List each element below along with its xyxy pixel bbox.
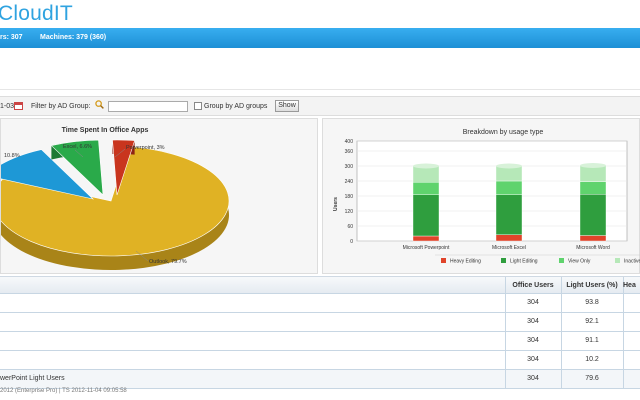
row-office-users: 304: [527, 337, 539, 344]
bar-segment: [495, 194, 523, 235]
table-row[interactable]: 304 93.8: [0, 294, 640, 313]
table-row[interactable]: werPoint Light Users 304 79.6: [0, 370, 640, 389]
bar-cap: [413, 163, 439, 169]
row-light-users: 79.6: [585, 375, 599, 382]
show-button[interactable]: Show: [275, 100, 299, 112]
y-tick-label: 0: [350, 239, 353, 245]
x-category-label: Microsoft Word: [576, 245, 610, 251]
bar-title: Breakdown by usage type: [463, 129, 544, 136]
filter-label: Filter by AD Group:: [31, 103, 91, 110]
y-tick-label: 360: [345, 149, 354, 155]
pie-chart: Time Spent In Office Apps Excel, 6.6% Po…: [0, 127, 230, 270]
y-tick-label: 180: [345, 194, 354, 200]
legend-swatch: [441, 258, 446, 263]
pie-label-powerpoint: Powerpoint, 3%: [126, 145, 165, 151]
legend-label: View Only: [568, 259, 591, 265]
pie-chart-panel: Time Spent In Office Apps Excel, 6.6% Po…: [0, 118, 318, 274]
x-category-label: Microsoft Excel: [492, 245, 526, 251]
bar-segment: [579, 181, 607, 195]
row-office-users: 304: [527, 318, 539, 325]
row-office-users: 304: [527, 299, 539, 306]
row-light-users: 10.2: [585, 356, 599, 363]
bar-segment: [495, 180, 523, 195]
search-icon[interactable]: [95, 100, 104, 109]
pie-label-word: 10.8%: [4, 153, 20, 159]
pie-label-outlook: Outlook, 79.7%: [149, 259, 187, 265]
header-light-users[interactable]: Light Users (%): [561, 282, 623, 289]
row-office-users: 304: [527, 375, 539, 382]
bar-chart: Breakdown by usage type Users 0 60 120 180 2…: [333, 129, 640, 265]
ad-group-input[interactable]: [108, 101, 188, 112]
app-brand: CloudIT: [0, 2, 73, 25]
legend-label: Inactive: [624, 259, 640, 265]
legend-swatch: [615, 258, 620, 263]
group-by-ad-label: Group by AD groups: [204, 103, 268, 110]
header-office-users[interactable]: Office Users: [505, 282, 561, 289]
row-light-users: 92.1: [585, 318, 599, 325]
toolbar-band: [0, 48, 640, 90]
row-office-users: 304: [527, 356, 539, 363]
y-tick-label: 120: [345, 209, 354, 215]
legend-label: Heavy Editing: [450, 259, 481, 265]
date-field[interactable]: 1-03: [0, 103, 14, 110]
bar-segment: [579, 235, 607, 242]
legend-swatch: [559, 258, 564, 263]
row-light-users: 93.8: [585, 299, 599, 306]
bar-segment: [412, 235, 440, 242]
pie-label-excel: Excel, 6.6%: [63, 144, 92, 150]
y-tick-label: 400: [345, 139, 354, 145]
bar-chart-panel: Breakdown by usage type Users 0 60 120 180 2…: [322, 118, 640, 274]
y-tick-label: 300: [345, 164, 354, 170]
filter-bar: 1-03 Filter by AD Group: Group by AD gro…: [0, 96, 640, 116]
bar-segment: [579, 194, 607, 236]
status-bar: rs: 307 Machines: 379 (360): [0, 28, 640, 48]
y-tick-label: 60: [347, 224, 353, 230]
calendar-icon[interactable]: [14, 102, 23, 110]
table-row[interactable]: 304 92.1: [0, 313, 640, 332]
table-row[interactable]: 304 10.2: [0, 351, 640, 370]
bar-cap: [496, 163, 522, 169]
bar-segment: [495, 234, 523, 242]
machines-count: Machines: 379 (360): [40, 34, 107, 41]
x-category-label: Microsoft Powerpoint: [403, 245, 450, 251]
row-light-users: 91.1: [585, 337, 599, 344]
bar-segment: [412, 194, 440, 237]
legend-swatch: [501, 258, 506, 263]
page: { "app":{"brand":"CloudIT"}, "status":{"…: [0, 0, 640, 400]
bar-ylabel: Users: [333, 197, 339, 211]
bar-segment: [412, 182, 440, 195]
bar-cap: [580, 163, 606, 168]
table-row[interactable]: 304 91.1: [0, 332, 640, 351]
usage-table: Office Users Light Users (%) Hea 304 93.8 304…: [0, 276, 640, 389]
y-tick-label: 240: [345, 179, 354, 185]
footer-text: 2012 (Enterprise Pro) | TS 2012-11-04 09…: [0, 388, 127, 394]
header-heavy[interactable]: Hea: [623, 282, 640, 289]
group-by-ad-checkbox[interactable]: [194, 102, 202, 110]
users-count: rs: 307: [0, 34, 23, 41]
table-header: Office Users Light Users (%) Hea: [0, 277, 640, 294]
pie-title: Time Spent In Office Apps: [62, 127, 149, 134]
legend-label: Light Editing: [510, 259, 538, 265]
row-name: werPoint Light Users: [0, 375, 65, 382]
